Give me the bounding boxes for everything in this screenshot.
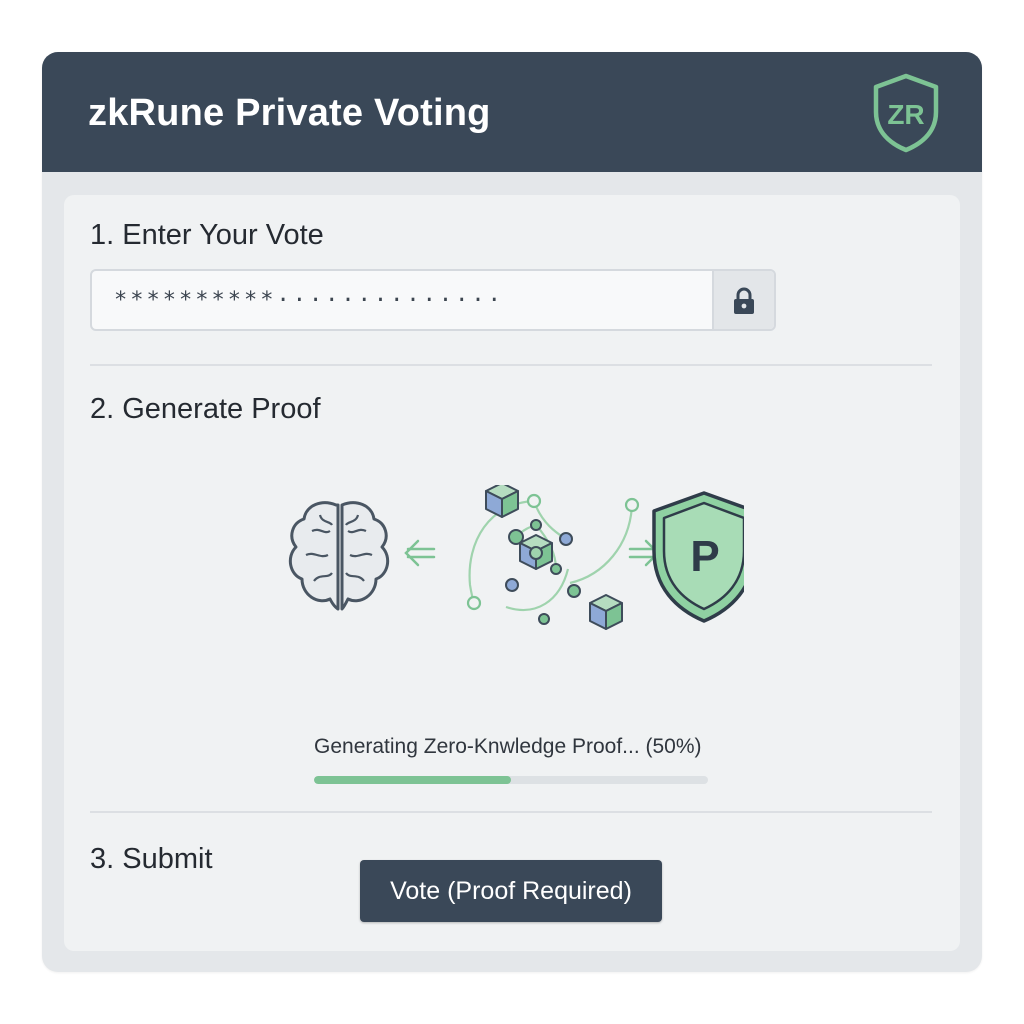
proof-progress-fill [314, 776, 511, 784]
app-title: zkRune Private Voting [88, 92, 491, 134]
app-header: zkRune Private Voting ZR [42, 52, 982, 172]
vote-submit-button[interactable]: Vote (Proof Required) [360, 860, 662, 922]
left-arrow-icon [404, 539, 436, 567]
voting-panel: 1. Enter Your Vote **********···········… [64, 195, 960, 951]
vote-input-value: **********·············· [114, 288, 504, 313]
section-divider [90, 364, 932, 366]
step-submit-title: 3. Submit [90, 843, 213, 875]
lock-button[interactable] [712, 271, 774, 329]
network-cubes-icon [466, 485, 640, 630]
logo-text: ZR [887, 99, 924, 130]
shield-icon: P [652, 491, 744, 623]
zkrune-logo-icon: ZR [873, 73, 939, 153]
section-divider [90, 811, 932, 813]
step-generate-proof-title: 2. Generate Proof [90, 393, 321, 425]
brain-icon [288, 501, 390, 611]
lock-icon [734, 287, 754, 314]
proof-progress-label: Generating Zero-Knwledge Proof... (50%) [314, 735, 702, 758]
shield-letter: P [690, 532, 719, 581]
step-enter-vote-title: 1. Enter Your Vote [90, 219, 324, 251]
vote-input[interactable]: **********·············· [90, 269, 776, 331]
voting-window: zkRune Private Voting ZR 1. Enter Your V… [42, 52, 982, 972]
proof-generation-illustration: P [288, 485, 744, 630]
proof-progress-bar [314, 776, 708, 784]
